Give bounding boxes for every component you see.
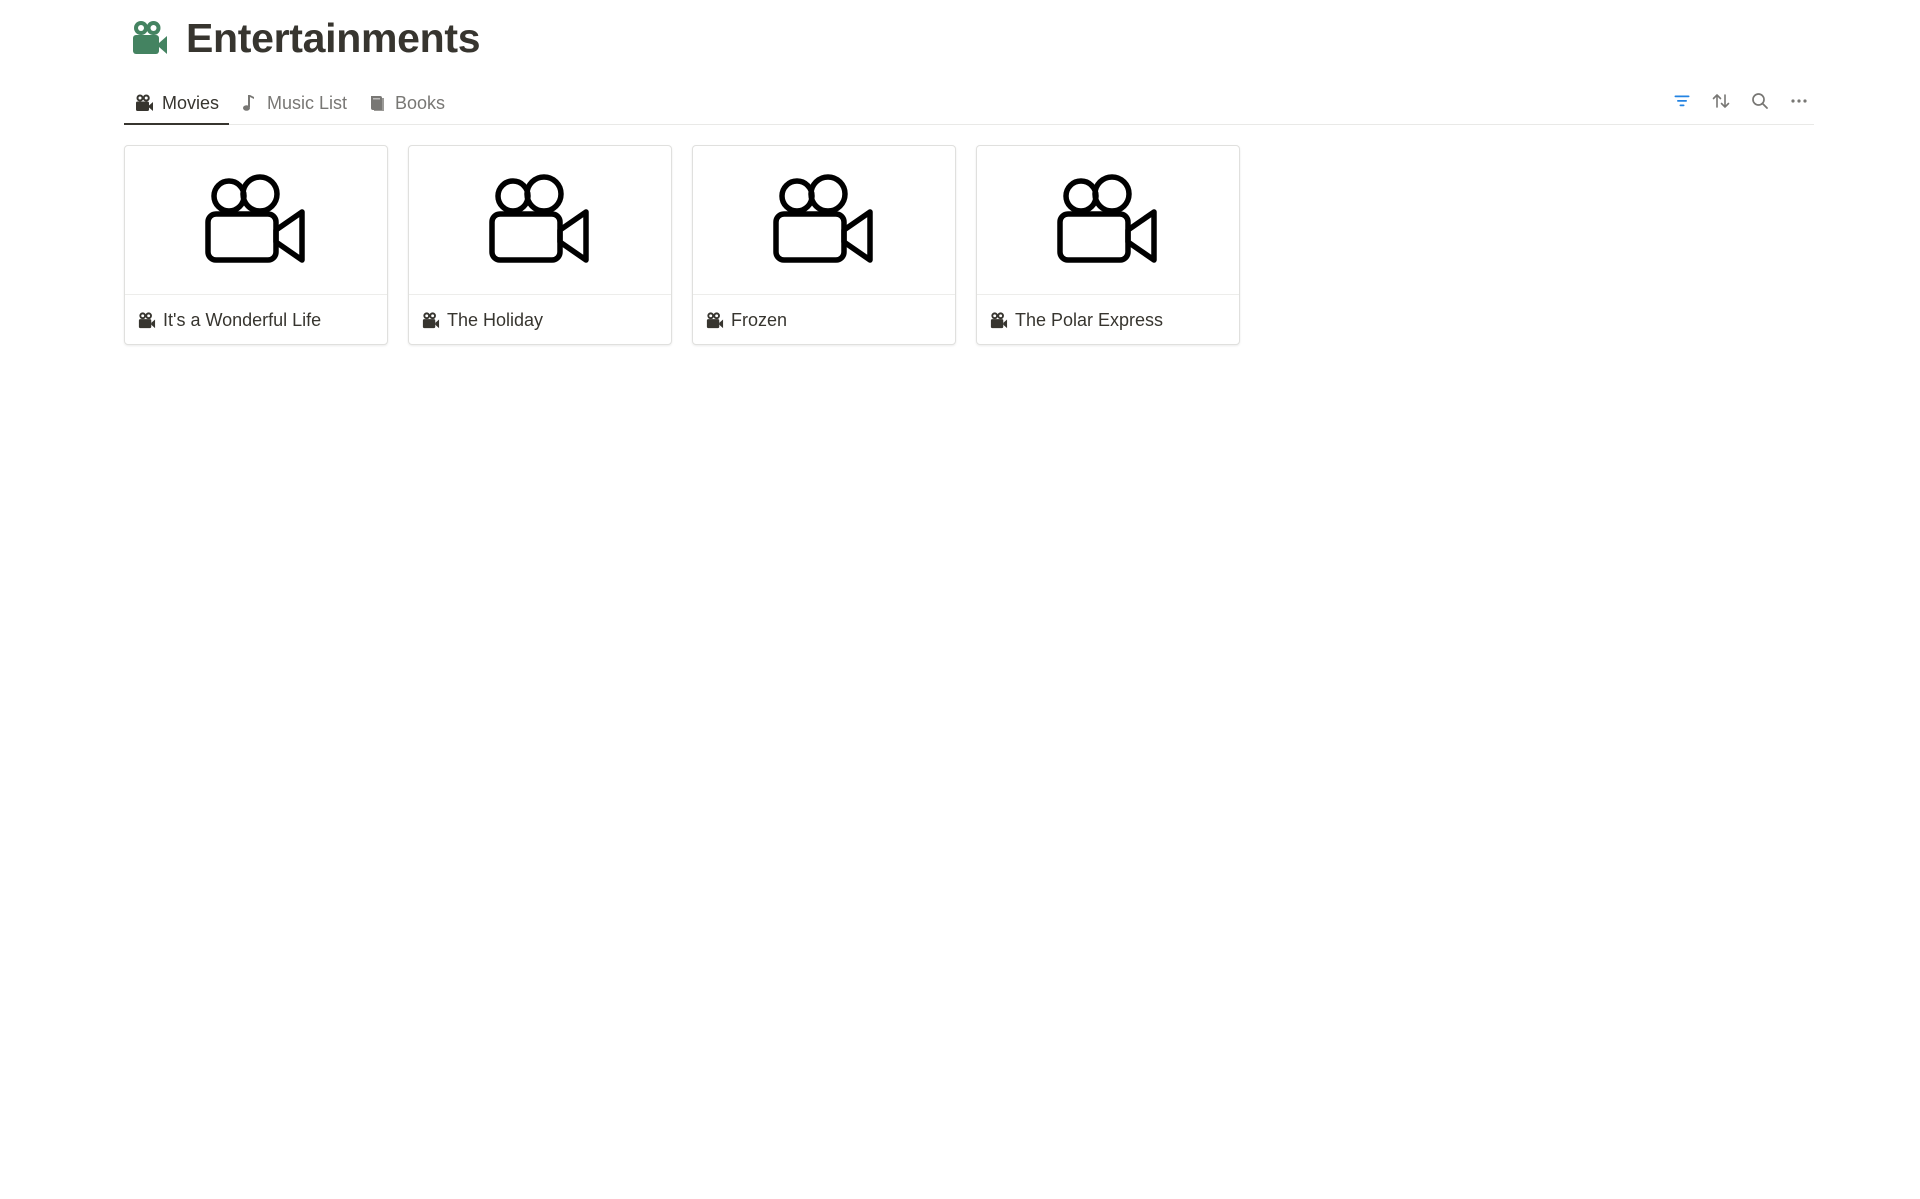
page-title: Entertainments (186, 15, 481, 61)
card-cover (693, 146, 955, 295)
filter-icon (1673, 92, 1691, 115)
card-title-row: It's a Wonderful Life (125, 295, 387, 344)
filter-button[interactable] (1667, 88, 1697, 118)
gallery-card[interactable]: Frozen (692, 145, 956, 345)
music-note-icon (239, 93, 259, 113)
card-title: It's a Wonderful Life (163, 309, 322, 330)
movie-camera-icon[interactable] (128, 17, 170, 59)
movie-camera-icon (136, 310, 156, 330)
movie-camera-icon (988, 310, 1008, 330)
sort-icon (1711, 91, 1731, 116)
card-title: The Holiday (447, 309, 544, 330)
card-cover (125, 146, 387, 295)
card-cover (977, 146, 1239, 295)
more-options-button[interactable] (1784, 88, 1814, 118)
card-title: Frozen (731, 309, 788, 330)
tab-label: Music List (267, 92, 348, 113)
movie-camera-icon (488, 172, 592, 269)
movie-camera-icon (204, 172, 308, 269)
view-toolbar (1658, 82, 1814, 124)
more-icon (1789, 91, 1809, 116)
movie-camera-icon (772, 172, 876, 269)
tab-music-list[interactable]: Music List (229, 82, 357, 124)
page-header: Entertainments (128, 14, 481, 62)
card-title-row: Frozen (693, 295, 955, 344)
card-title-row: The Polar Express (977, 295, 1239, 344)
tab-books[interactable]: Books (357, 82, 455, 124)
gallery-card[interactable]: The Holiday (408, 145, 672, 345)
movie-camera-icon (420, 310, 440, 330)
card-title: The Polar Express (1015, 309, 1164, 330)
gallery-card[interactable]: It's a Wonderful Life (124, 145, 388, 345)
view-tabs: Movies Music List Books (124, 82, 455, 125)
view-tabs-bar: Movies Music List Books (124, 82, 1814, 125)
tab-movies[interactable]: Movies (124, 82, 230, 125)
movie-camera-icon (1056, 172, 1160, 269)
sort-button[interactable] (1706, 88, 1736, 118)
search-button[interactable] (1745, 88, 1775, 118)
tab-label: Movies (162, 92, 220, 113)
gallery-view: It's a Wonderful Life The Holiday Frozen… (124, 145, 1260, 345)
card-cover (409, 146, 671, 295)
gallery-card[interactable]: The Polar Express (976, 145, 1240, 345)
movie-camera-icon (134, 93, 154, 113)
movie-camera-icon (704, 310, 724, 330)
search-icon (1750, 91, 1770, 116)
book-icon (367, 93, 387, 113)
card-title-row: The Holiday (409, 295, 671, 344)
tab-label: Books (395, 92, 446, 113)
